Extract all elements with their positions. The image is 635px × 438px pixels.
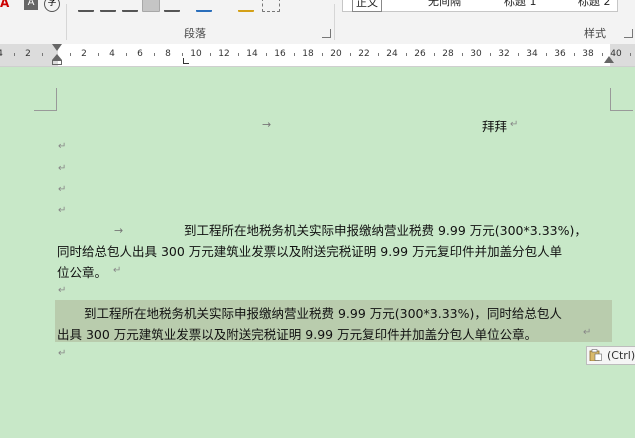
- ruler-label: 36: [554, 49, 566, 59]
- ruler-label: 4: [109, 49, 115, 59]
- ruler-tick: [42, 53, 43, 56]
- left-indent-icon[interactable]: [52, 60, 62, 65]
- ruler-tick: [490, 53, 491, 56]
- paragraph-mark-icon: ↵: [113, 265, 122, 276]
- style-heading-1[interactable]: 标题 1: [504, 0, 537, 10]
- ruler-label: 28: [442, 49, 454, 59]
- styles-dialog-launcher-icon[interactable]: [624, 29, 633, 38]
- ruler-label: 2: [81, 49, 87, 59]
- ruler-tick: [126, 53, 127, 56]
- shading-button[interactable]: [238, 0, 254, 12]
- first-line-indent-icon[interactable]: [52, 44, 62, 51]
- ruler-tick: [182, 53, 183, 56]
- ruler-label: 24: [386, 49, 398, 59]
- document-page[interactable]: → 拜拜 ↵ ↵ ↵ ↵ ↵ → 到工程所在地税务机关实际申报缴纳营业税费 9.…: [0, 66, 635, 438]
- tab-arrow-icon: →: [262, 118, 272, 131]
- horizontal-ruler[interactable]: 42246810121416182022242628303234363840: [0, 44, 635, 67]
- ruler-tick: [546, 53, 547, 56]
- ruler-label: 20: [330, 49, 342, 59]
- ruler-label: 10: [190, 49, 202, 59]
- ruler-label: 22: [358, 49, 370, 59]
- paragraph-mark-icon: ↵: [510, 119, 519, 130]
- justify-button[interactable]: [142, 0, 160, 12]
- ruler-label: 18: [302, 49, 314, 59]
- distributed-button[interactable]: [164, 0, 180, 12]
- para1-line3: 位公章。: [57, 265, 108, 280]
- paragraph-dialog-launcher-icon[interactable]: [322, 29, 331, 38]
- ruler-tick: [322, 53, 323, 56]
- ruler-label: 8: [165, 49, 171, 59]
- ruler-label: 2: [25, 49, 31, 59]
- ribbon: A A 字 段落 正文 无间隔 标题 1 标题 2 样式: [0, 0, 635, 45]
- ribbon-separator: [66, 4, 67, 40]
- ruler-label: 4: [0, 49, 3, 59]
- styles-group-label: 样式: [584, 27, 606, 40]
- tab-arrow-icon: →: [114, 224, 124, 237]
- ruler-tick: [574, 53, 575, 56]
- style-heading-2[interactable]: 标题 2: [578, 0, 611, 10]
- ruler-tick: [406, 53, 407, 56]
- paragraph-mark-icon: ↵: [58, 205, 67, 216]
- ruler-label: 40: [610, 49, 622, 59]
- ruler-tick: [434, 53, 435, 56]
- ruler-tick: [238, 53, 239, 56]
- styles-gallery[interactable]: [342, 0, 618, 12]
- ruler-tick: [154, 53, 155, 56]
- paste-options-label: (Ctrl): [607, 349, 635, 362]
- char-shading-button[interactable]: A: [24, 0, 38, 10]
- heading-line: 拜拜: [482, 119, 508, 134]
- ruler-tick: [602, 53, 603, 56]
- style-no-spacing[interactable]: 无间隔: [428, 0, 461, 10]
- align-left-button[interactable]: [78, 0, 94, 12]
- ruler-label: 16: [274, 49, 286, 59]
- ruler-label: 12: [218, 49, 230, 59]
- ruler-label: 34: [526, 49, 538, 59]
- paragraph-mark-icon: ↵: [58, 141, 67, 152]
- align-center-button[interactable]: [100, 0, 116, 12]
- paragraph-mark-icon: ↵: [58, 163, 67, 174]
- align-right-button[interactable]: [122, 0, 138, 12]
- line-spacing-button[interactable]: [196, 0, 212, 12]
- ribbon-separator: [334, 4, 335, 40]
- tab-stop-icon[interactable]: [183, 58, 189, 64]
- paragraph-mark-icon: ↵: [58, 348, 67, 359]
- para1-line1: 到工程所在地税务机关实际申报缴纳营业税费 9.99 万元(300*3.33%)，: [184, 223, 587, 238]
- ruler-label: 38: [582, 49, 594, 59]
- enclose-char-button[interactable]: 字: [44, 0, 60, 12]
- paragraph-mark-icon: ↵: [583, 327, 592, 338]
- ruler-label: 14: [246, 49, 258, 59]
- ruler-label: 6: [137, 49, 143, 59]
- paragraph-mark-icon: ↵: [58, 285, 67, 296]
- ruler-tick: [378, 53, 379, 56]
- ruler-tick: [518, 53, 519, 56]
- paste-options-button[interactable]: (Ctrl): [586, 346, 635, 365]
- ruler-tick: [294, 53, 295, 56]
- ruler-tick: [98, 53, 99, 56]
- ruler-tick: [350, 53, 351, 56]
- ruler-tick: [210, 53, 211, 56]
- clipboard-icon: [589, 349, 602, 361]
- paragraph-mark-icon: ↵: [58, 184, 67, 195]
- ruler-tick: [70, 53, 71, 56]
- para2-line1: 到工程所在地税务机关实际申报缴纳营业税费 9.99 万元(300*3.33%)，…: [84, 306, 562, 321]
- style-normal[interactable]: 正文: [352, 0, 382, 12]
- para2-line2: 出具 300 万元建筑业发票以及附送完税证明 9.99 万元复印件并加盖分包人单…: [57, 327, 538, 342]
- ruler-tick: [630, 53, 631, 56]
- page-corner-marker-left: [34, 88, 57, 111]
- para1-line2: 同时给总包人出具 300 万元建筑业发票以及附送完税证明 9.99 万元复印件并…: [57, 244, 563, 259]
- paragraph-group-label: 段落: [184, 27, 206, 40]
- borders-button[interactable]: [262, 0, 280, 12]
- ruler-tick: [462, 53, 463, 56]
- ruler-label: 32: [498, 49, 510, 59]
- ruler-tick: [14, 53, 15, 56]
- ruler-tick: [266, 53, 267, 56]
- font-color-button[interactable]: A: [0, 0, 14, 10]
- ruler-label: 30: [470, 49, 482, 59]
- ruler-label: 26: [414, 49, 426, 59]
- page-corner-marker-right: [610, 88, 633, 111]
